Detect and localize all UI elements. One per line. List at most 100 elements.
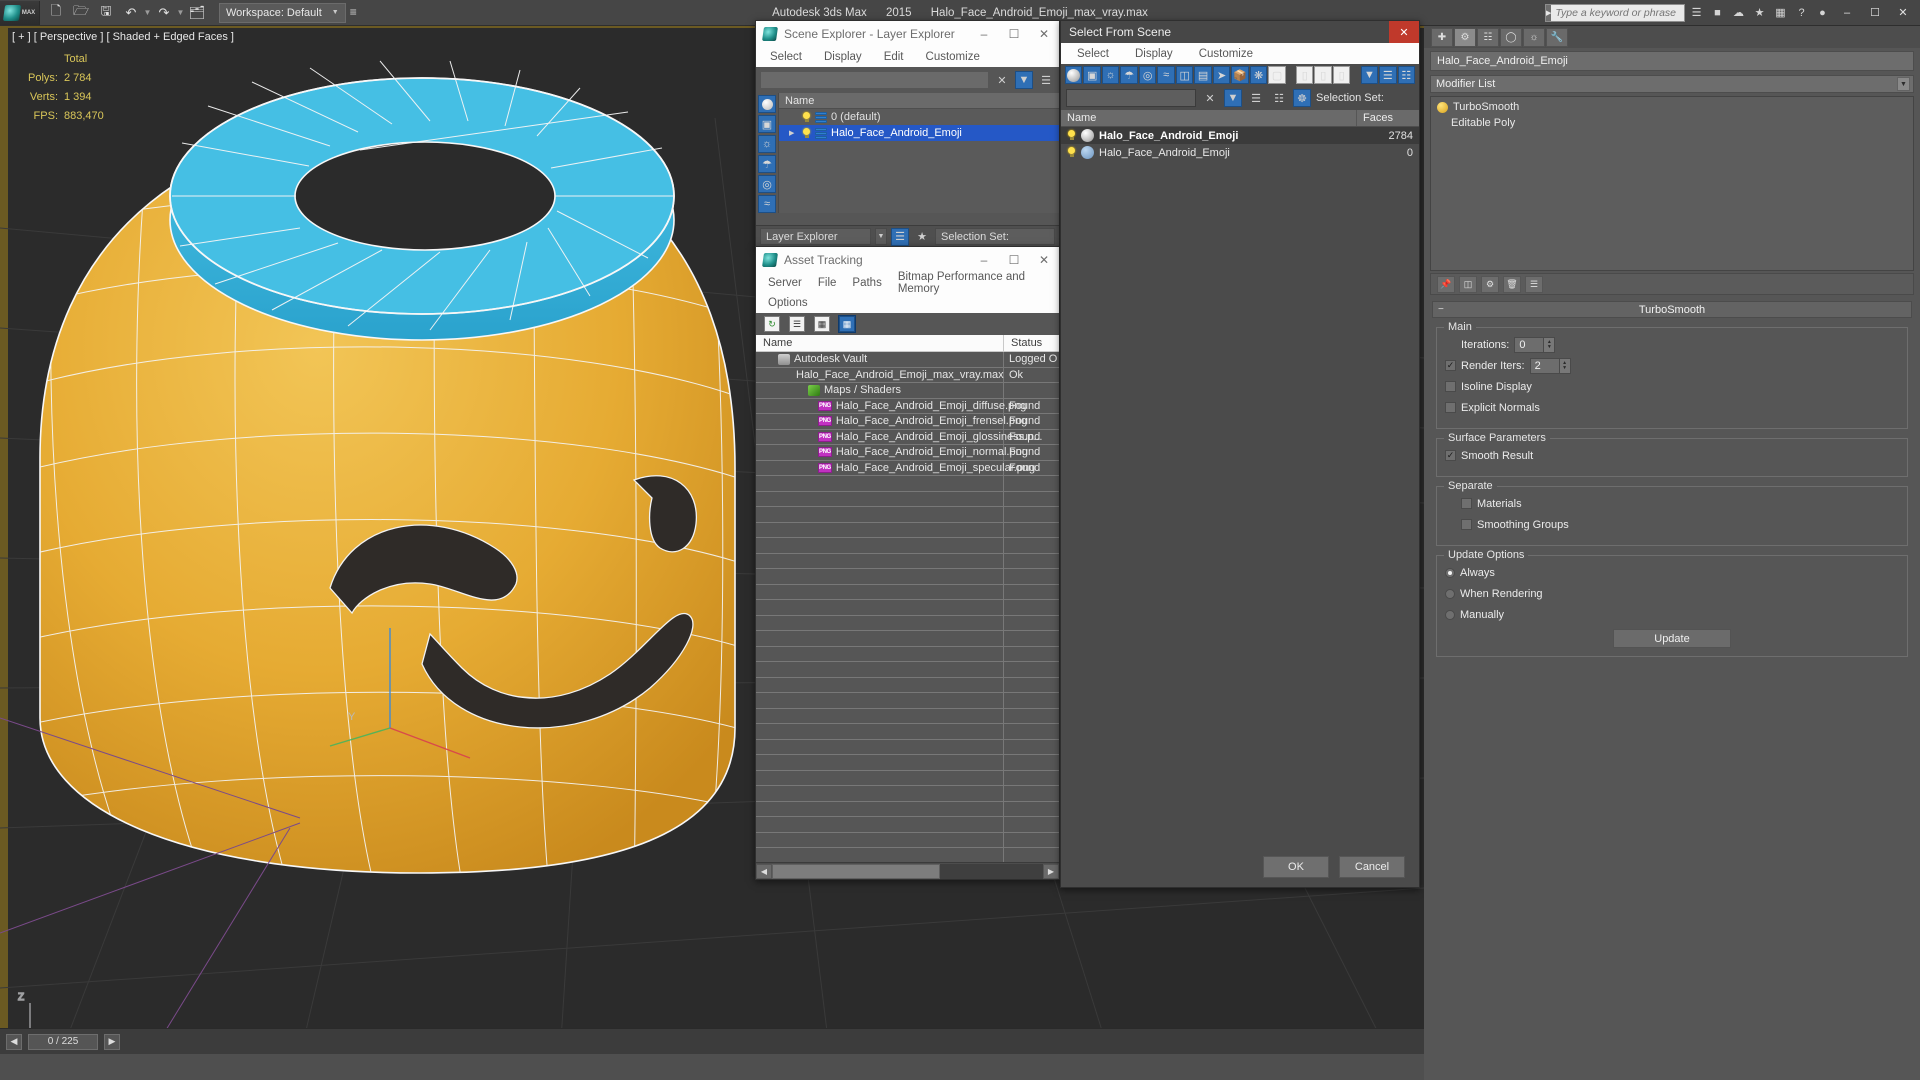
chevron-down-icon[interactable]: ▼ <box>332 9 339 16</box>
at-col-status[interactable]: Status <box>1004 335 1059 351</box>
autodesk-360-icon[interactable]: ☁ <box>1729 3 1748 22</box>
filter-cameras-icon[interactable]: ☂ <box>758 155 776 173</box>
filter-helpers-icon[interactable]: ◎ <box>758 175 776 193</box>
display-options-icon[interactable]: ☰ <box>1247 89 1265 107</box>
materials-checkbox[interactable] <box>1461 498 1472 509</box>
filter-geometry-icon[interactable] <box>1065 66 1083 84</box>
se-menu-customize[interactable]: Customize <box>926 51 980 63</box>
collapse-all-icon[interactable]: ☷ <box>1397 66 1416 84</box>
modifier-enable-toggle-icon[interactable] <box>1437 101 1448 113</box>
command-panel[interactable]: ✚ ⚙ ☷ ◯ ☼ 🔧 Halo_Face_Android_Emoji Modi… <box>1424 26 1920 1080</box>
filter-shapes-icon[interactable]: ▣ <box>1083 66 1101 84</box>
asset-tracking-minimize-button[interactable]: – <box>969 247 999 273</box>
clear-search-icon[interactable]: ✕ <box>1201 89 1219 107</box>
search-input[interactable] <box>1551 6 1693 19</box>
table-row-empty[interactable] <box>756 817 1059 833</box>
select-from-scene-titlebar[interactable]: Select From Scene ✕ <box>1061 21 1419 43</box>
asset-tracking-rows[interactable]: Autodesk Vault Logged O Halo_Face_Androi… <box>756 352 1059 879</box>
table-row[interactable]: Maps / Shaders <box>756 383 1059 399</box>
table-row-empty[interactable] <box>756 631 1059 647</box>
lightbulb-icon[interactable] <box>1067 147 1076 158</box>
filter-bones-icon[interactable]: ➤ <box>1212 66 1231 84</box>
object-name-field[interactable]: Halo_Face_Android_Emoji <box>1430 51 1914 71</box>
se-menu-select[interactable]: Select <box>770 51 802 63</box>
filter-geometry-icon[interactable] <box>758 95 776 113</box>
when-rendering-radio[interactable] <box>1445 588 1455 599</box>
table-row-empty[interactable] <box>756 708 1059 724</box>
window-close-button[interactable]: ✕ <box>1890 1 1916 25</box>
redo-icon[interactable]: ↷ <box>152 2 176 24</box>
modifier-list-row[interactable]: Modifier List ▼ <box>1430 75 1914 93</box>
table-row-empty[interactable] <box>756 677 1059 693</box>
field-always[interactable]: Always <box>1445 564 1899 581</box>
table-row-empty[interactable] <box>756 569 1059 585</box>
expand-all-icon[interactable]: ☰ <box>1379 66 1397 84</box>
scrollbar-thumb[interactable] <box>772 863 941 879</box>
table-row-empty[interactable] <box>756 522 1059 538</box>
hierarchy-icon[interactable]: ☸ <box>1293 89 1311 107</box>
smoothing-groups-checkbox[interactable] <box>1461 519 1472 530</box>
tab-utilities[interactable]: 🔧 <box>1546 27 1568 47</box>
window-minimize-button[interactable]: – <box>1834 1 1860 25</box>
always-radio[interactable] <box>1445 567 1455 578</box>
detail-view-icon[interactable]: ▦ <box>814 316 830 332</box>
field-manually[interactable]: Manually <box>1445 606 1899 623</box>
modifier-stack-item-turbosmooth[interactable]: TurboSmooth <box>1431 99 1913 115</box>
help-icon[interactable]: ? <box>1792 3 1811 22</box>
lightbulb-icon[interactable] <box>1067 130 1076 141</box>
table-row-empty[interactable] <box>756 693 1059 709</box>
explorer-mode-dropdown-icon[interactable]: ▼ <box>875 228 887 245</box>
at-menu-bitmap[interactable]: Bitmap Performance and Memory <box>898 271 1059 295</box>
selection-set-field[interactable]: Selection Set: <box>935 228 1055 245</box>
scrollbar-track[interactable] <box>772 863 1043 879</box>
select-from-scene-list[interactable]: Halo_Face_Android_Emoji 2784 Halo_Face_A… <box>1061 127 1419 161</box>
column-layout-1-icon[interactable]: ▯ <box>1296 66 1314 84</box>
se-layer-row-selected[interactable]: ▶ Halo_Face_Android_Emoji <box>779 125 1059 141</box>
asset-tracking-maximize-button[interactable]: ☐ <box>999 247 1029 273</box>
undo-icon[interactable]: ↶ <box>119 2 143 24</box>
table-row-empty[interactable] <box>756 476 1059 492</box>
table-row[interactable]: PNG Halo_Face_Android_Emoji_diffuse.png … <box>756 398 1059 414</box>
save-file-icon[interactable]: 🖫 <box>94 2 118 24</box>
frame-counter[interactable]: 0 / 225 <box>28 1033 98 1050</box>
asset-tracking-horizontal-scrollbar[interactable]: ◀ ▶ <box>756 862 1059 879</box>
field-materials[interactable]: Materials <box>1445 495 1899 512</box>
asset-tracking-titlebar[interactable]: Asset Tracking – ☐ ✕ <box>756 247 1059 273</box>
sfs-col-name[interactable]: Name <box>1061 110 1357 126</box>
table-row[interactable]: PNG Halo_Face_Android_Emoji_glossiness.p… <box>756 429 1059 445</box>
spinner-arrows-icon[interactable]: ▲ ▼ <box>1559 357 1571 374</box>
select-from-scene-dialog[interactable]: Select From Scene ✕ Select Display Custo… <box>1060 20 1420 888</box>
lightbulb-icon[interactable] <box>802 111 811 123</box>
filter-xrefs-icon[interactable]: ▤ <box>1194 66 1212 84</box>
table-row-empty[interactable] <box>756 553 1059 569</box>
menu-toggle-icon[interactable]: ≡ <box>350 6 357 18</box>
layer-options-icon[interactable]: ☰ <box>1037 71 1055 89</box>
table-row-empty[interactable] <box>756 786 1059 802</box>
refresh-icon[interactable]: ↻ <box>764 316 780 332</box>
modifier-stack-item-editable-poly[interactable]: Editable Poly <box>1431 115 1913 131</box>
manually-radio[interactable] <box>1445 609 1455 620</box>
filter-funnel-icon[interactable]: ▼ <box>1224 89 1242 107</box>
filter-spacewarps-icon[interactable]: ≈ <box>758 195 776 213</box>
render-iters-spinner[interactable]: 2 ▲ ▼ <box>1529 357 1571 374</box>
table-row-empty[interactable] <box>756 755 1059 771</box>
update-button[interactable]: Update <box>1613 629 1731 648</box>
tab-motion[interactable]: ◯ <box>1500 27 1522 47</box>
field-smoothing-groups[interactable]: Smoothing Groups <box>1445 516 1899 533</box>
se-column-header-name[interactable]: Name <box>779 93 1059 109</box>
table-row[interactable]: PNG Halo_Face_Android_Emoji_specular.png… <box>756 460 1059 476</box>
at-menu-file[interactable]: File <box>818 277 837 289</box>
scene-explorer-window[interactable]: Scene Explorer - Layer Explorer – ☐ ✕ Se… <box>755 20 1060 248</box>
asset-tracking-close-button[interactable]: ✕ <box>1029 247 1059 273</box>
filter-shapes-icon[interactable]: ▣ <box>758 115 776 133</box>
table-row-empty[interactable] <box>756 584 1059 600</box>
next-frame-button[interactable]: ▶ <box>104 1033 120 1050</box>
at-col-name[interactable]: Name <box>756 335 1004 351</box>
exchange-apps-icon[interactable]: ▦ <box>1771 3 1790 22</box>
filter-containers-icon[interactable]: 📦 <box>1231 66 1249 84</box>
sfs-menu-customize[interactable]: Customize <box>1199 48 1253 60</box>
filter-spacewarps-icon[interactable]: ≈ <box>1157 66 1175 84</box>
prev-frame-button[interactable]: ◀ <box>6 1033 22 1050</box>
layer-stack-icon[interactable]: ☷ <box>1270 89 1288 107</box>
smooth-result-checkbox[interactable] <box>1445 450 1456 461</box>
